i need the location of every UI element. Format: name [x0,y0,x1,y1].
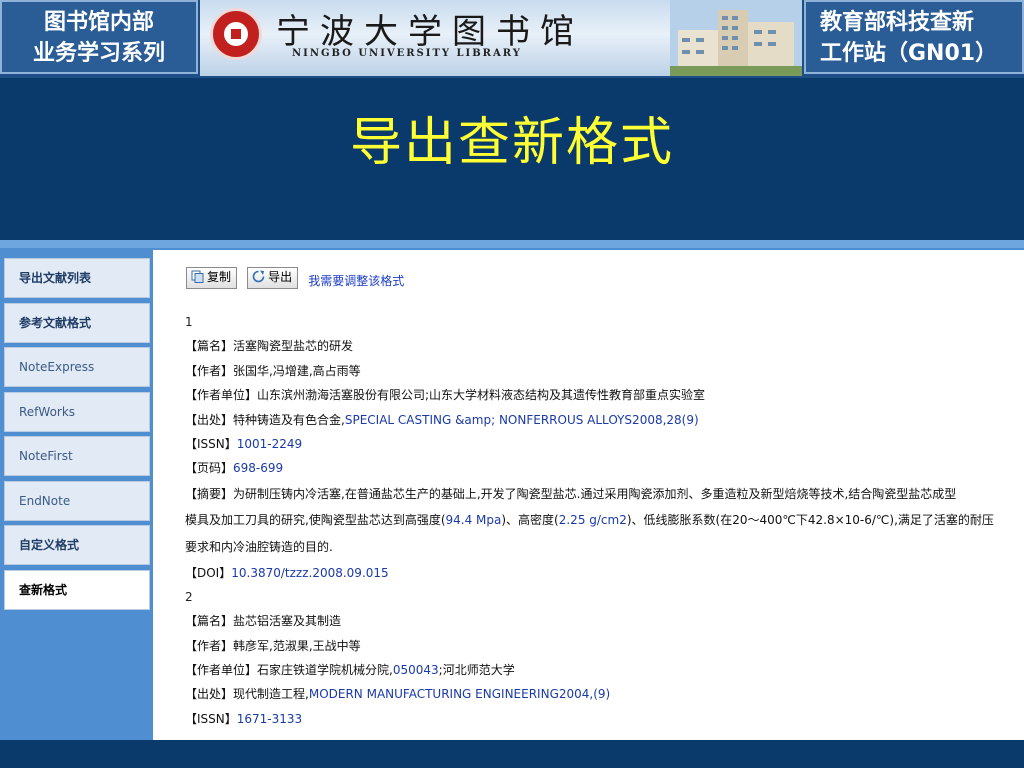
library-name-en: NINGBO UNIVERSITY LIBRARY [292,48,522,59]
record-abstract-row: 【摘要】为研制压铸内冷活塞,在普通盐芯生产的基础上,开发了陶瓷型盐芯.通过采用陶… [185,486,957,501]
record-source-row: 【出处】特种铸造及有色合金,SPECIAL CASTING &amp; NONF… [185,412,699,427]
sidebar-item-export-list[interactable]: 导出文献列表 [4,258,150,298]
sidebar-item-custom-format[interactable]: 自定义格式 [4,525,150,565]
sidebar-item-label: EndNote [19,493,71,508]
library-building-icon [670,0,802,76]
sidebar-item-label: 参考文献格式 [19,315,92,330]
copy-label: 复制 [207,270,232,284]
top-banner: 图书馆内部 业务学习系列 宁波大学图书馆 NINGBO UNIVERSITY L… [0,0,1024,78]
sidebar-item-label: 导出文献列表 [19,271,92,285]
record-abstract-row: 要求和内冷油腔铸造的目的. [185,539,333,554]
record-issn-row: 【ISSN】1671-3133 [185,711,303,726]
record-title-row: 【篇名】活塞陶瓷型盐芯的研发 [185,339,354,354]
record-number: 2 [185,589,193,604]
banner-right-line1: 教育部科技查新 [820,10,975,35]
sidebar-item-refworks[interactable]: RefWorks [4,391,150,432]
record-source-row: 【出处】现代制造工程,MODERN MANUFACTURING ENGINEER… [185,687,611,702]
record-list: 1 【篇名】活塞陶瓷型盐芯的研发 【作者】张国华,冯增建,高占雨等 【作者单位】… [185,310,1015,731]
banner-right-box: 教育部科技查新 工作站（GN01） [804,0,1024,74]
export-label: 导出 [268,270,293,284]
record-issn-row: 【ISSN】1001-2249 [185,436,303,451]
banner-left-box: 图书馆内部 业务学习系列 [0,0,198,74]
library-header: 宁波大学图书馆 NINGBO UNIVERSITY LIBRARY [200,0,802,76]
record-author-row: 【作者】张国华,冯增建,高占雨等 [185,363,361,378]
library-name-cn: 宁波大学图书馆 [276,12,584,52]
record-author-row: 【作者】韩彦军,范淑果,王战中等 [185,638,361,653]
banner-left-line2: 业务学习系列 [32,41,165,66]
record-content: 复制 导出 我需要调整该格式 1 【篇名】活塞陶瓷型盐芯的研发 【作者】张国华,… [153,250,1024,740]
sidebar-item-label: RefWorks [19,404,76,419]
format-sidebar: 导出文献列表 参考文献格式 NoteExpress RefWorks NoteF… [4,258,150,614]
copy-button[interactable]: 复制 [186,267,238,289]
panel-top-strip [0,240,1024,248]
banner-left-line1: 图书馆内部 [43,10,154,35]
library-seal-icon [210,8,262,60]
record-number: 1 [185,315,193,329]
sidebar-item-label: 自定义格式 [19,538,80,552]
sidebar-item-noteexpress[interactable]: NoteExpress [4,347,150,387]
sidebar-item-novelty-format[interactable]: 查新格式 [4,569,150,610]
slide-title: 导出查新格式 [349,113,674,173]
sidebar-item-label: NoteExpress [19,360,95,374]
sidebar-item-label: NoteFirst [19,449,73,463]
toolbar: 复制 导出 我需要调整该格式 [186,267,404,291]
sidebar-item-notefirst[interactable]: NoteFirst [4,436,150,476]
record-pages-row: 【页码】698-699 [185,461,284,476]
export-button[interactable]: 导出 [247,267,299,289]
export-panel: 导出文献列表 参考文献格式 NoteExpress RefWorks NoteF… [0,240,1024,740]
record-doi-row: 【DOI】10.3870/tzzz.2008.09.015 [185,565,389,580]
bottom-bar [0,740,1024,768]
sidebar-item-endnote[interactable]: EndNote [4,480,150,521]
record-org-row: 【作者单位】石家庄铁道学院机械分院,050043;河北师范大学 [185,663,515,678]
adjust-format-link[interactable]: 我需要调整该格式 [308,266,404,296]
record-title-row: 【篇名】盐芯铝活塞及其制造 [185,614,342,629]
banner-right-line2: 工作站（GN01） [820,41,998,66]
record-abstract-row: 模具及加工刀具的研究,使陶瓷型盐芯达到高强度(94.4 Mpa)、高密度(2.2… [185,513,994,528]
sidebar-item-label: 查新格式 [19,582,68,597]
export-icon [252,270,265,283]
copy-icon [191,270,204,283]
record-org-row: 【作者单位】山东滨州渤海活塞股份有限公司;山东大学材料液态结构及其遗传性教育部重… [185,388,706,403]
sidebar-item-reference-format[interactable]: 参考文献格式 [4,302,150,343]
